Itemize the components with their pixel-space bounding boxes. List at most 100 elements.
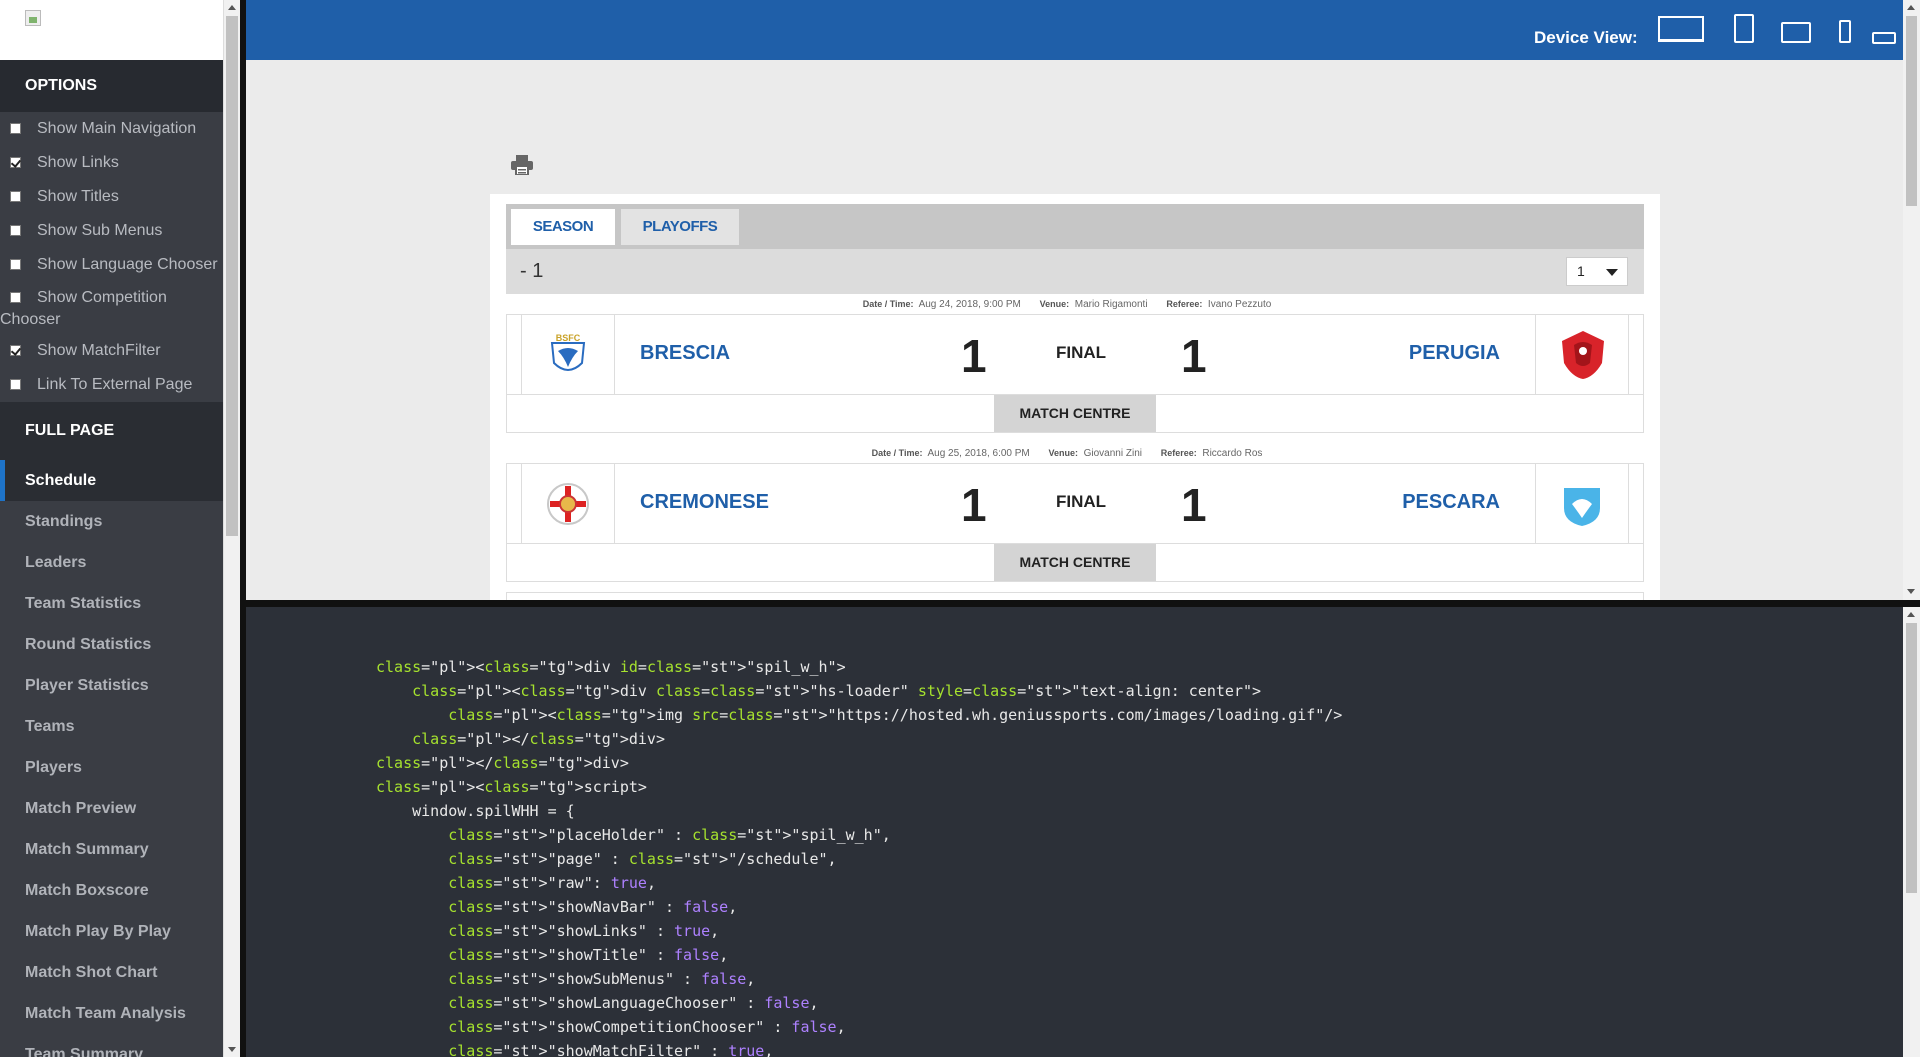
- print-icon[interactable]: [511, 155, 533, 175]
- tablet-portrait-icon[interactable]: [1734, 14, 1754, 43]
- sidebar-item-match-play-by-play[interactable]: Match Play By Play: [0, 911, 223, 952]
- code-line: class="st">"raw": true,: [448, 874, 656, 892]
- sidebar-item-team-summary[interactable]: Team Summary: [0, 1034, 223, 1057]
- sidebar-item-match-boxscore[interactable]: Match Boxscore: [0, 870, 223, 911]
- sidebar-item-match-team-analysis[interactable]: Match Team Analysis: [0, 993, 223, 1034]
- option-item[interactable]: Show Sub Menus: [0, 214, 223, 248]
- schedule-widget: SEASON PLAYOFFS - 1 1 Date / Time: Aug 2…: [490, 194, 1660, 600]
- code-line: class="pl"><class="tg">script>: [376, 778, 647, 796]
- embed-code-panel[interactable]: class="pl"><class="tg">div id=class="st"…: [246, 607, 1903, 1057]
- cremonese-crest-icon: [547, 483, 589, 525]
- code-line: class="st">"showTitle" : false,: [448, 946, 729, 964]
- option-checkbox[interactable]: [10, 191, 21, 202]
- option-checkbox[interactable]: [10, 345, 21, 356]
- sidebar-scrollbar-thumb[interactable]: [226, 16, 238, 536]
- tablet-landscape-icon[interactable]: [1781, 22, 1811, 43]
- code-scrollbar[interactable]: [1903, 607, 1920, 1057]
- code-line: class="st">"showCompetitionChooser" : fa…: [448, 1018, 846, 1036]
- option-item[interactable]: Show Competition Chooser: [0, 282, 223, 334]
- option-item[interactable]: Show MatchFilter: [0, 334, 223, 368]
- preview-scrollbar[interactable]: [1903, 0, 1920, 600]
- option-checkbox[interactable]: [10, 379, 21, 390]
- tab-season[interactable]: SEASON: [511, 209, 615, 245]
- away-score: 1: [1181, 479, 1207, 531]
- round-select[interactable]: 1: [1566, 257, 1628, 286]
- referee-label: Referee:: [1166, 299, 1203, 309]
- sidebar-item-teams[interactable]: Teams: [0, 706, 223, 747]
- match-centre-button[interactable]: MATCH CENTRE: [994, 395, 1156, 432]
- nav-list: Schedule Standings Leaders Team Statistics R…: [0, 460, 223, 1057]
- round-bar: - 1 1: [506, 249, 1644, 294]
- code-line: class="pl"></class="tg">div>: [376, 754, 629, 772]
- option-item[interactable]: Show Titles: [0, 180, 223, 214]
- option-checkbox[interactable]: [10, 123, 21, 134]
- away-logo-cell[interactable]: [1535, 315, 1629, 394]
- perugia-crest-icon: [1562, 331, 1604, 379]
- sidebar-item-match-preview[interactable]: Match Preview: [0, 788, 223, 829]
- match-card: Date / Time: Aug 24, 2018, 9:00 PM Venue…: [506, 294, 1644, 433]
- laptop-icon[interactable]: [1658, 16, 1704, 42]
- option-label: Show Main Navigation: [37, 120, 197, 137]
- option-label: Show Language Chooser: [37, 256, 218, 273]
- sidebar-item-round-statistics[interactable]: Round Statistics: [0, 624, 223, 665]
- option-label-cont: Chooser: [0, 311, 61, 328]
- option-item[interactable]: Show Main Navigation: [0, 112, 223, 146]
- option-label: Show MatchFilter: [37, 342, 161, 359]
- home-team-name[interactable]: BRESCIA: [640, 342, 730, 365]
- sidebar-item-match-summary[interactable]: Match Summary: [0, 829, 223, 870]
- option-item[interactable]: Show Language Chooser: [0, 248, 223, 282]
- code-line: class="st">"showNavBar" : false,: [448, 898, 738, 916]
- datetime-label: Date / Time:: [871, 448, 923, 458]
- top-bar: Device View:: [246, 0, 1903, 60]
- next-match-meta-cut: [506, 592, 1644, 600]
- away-logo-cell[interactable]: [1535, 464, 1629, 543]
- tab-playoffs[interactable]: PLAYOFFS: [621, 209, 739, 245]
- match-centre-button[interactable]: MATCH CENTRE: [994, 544, 1156, 581]
- divider-horizontal[interactable]: [246, 600, 1920, 607]
- code-line: class="st">"showSubMenus" : false,: [448, 970, 756, 988]
- match-card: Date / Time: Aug 25, 2018, 6:00 PM Venue…: [506, 443, 1644, 582]
- scroll-up-arrow-icon[interactable]: [228, 5, 236, 10]
- option-item[interactable]: Link To External Page: [0, 368, 223, 402]
- code-scrollbar-thumb[interactable]: [1906, 623, 1917, 893]
- away-team-name[interactable]: PESCARA: [1402, 491, 1500, 514]
- away-team-name[interactable]: PERUGIA: [1409, 342, 1500, 365]
- option-checkbox[interactable]: [10, 259, 21, 270]
- scroll-down-arrow-icon[interactable]: [1907, 589, 1915, 594]
- sidebar-item-team-statistics[interactable]: Team Statistics: [0, 583, 223, 624]
- match-venue: Giovanni Zini: [1083, 448, 1142, 459]
- code-line: class="st">"showMatchFilter" : true,: [448, 1042, 774, 1057]
- option-checkbox[interactable]: [10, 157, 21, 168]
- sidebar-item-match-shot-chart[interactable]: Match Shot Chart: [0, 952, 223, 993]
- home-logo-cell[interactable]: BSFC: [521, 315, 615, 394]
- sidebar-item-player-statistics[interactable]: Player Statistics: [0, 665, 223, 706]
- option-item[interactable]: Show Links: [0, 146, 223, 180]
- code-line: class="pl"><class="tg">div class=class="…: [412, 682, 1262, 700]
- preview-pane: Device View: SEASON PLAYOFFS - 1 1 Date …: [246, 0, 1903, 600]
- scroll-down-arrow-icon[interactable]: [228, 1047, 236, 1052]
- options-title: OPTIONS: [0, 60, 223, 112]
- sidebar-item-leaders[interactable]: Leaders: [0, 542, 223, 583]
- code-line: class="st">"showLanguageChooser" : false…: [448, 994, 819, 1012]
- sidebar-scrollbar[interactable]: [223, 0, 240, 1057]
- phone-portrait-icon[interactable]: [1839, 20, 1851, 43]
- phone-landscape-icon[interactable]: [1872, 32, 1896, 44]
- preview-scrollbar-thumb[interactable]: [1906, 16, 1917, 206]
- home-logo-cell[interactable]: [521, 464, 615, 543]
- options-list: Show Main Navigation Show Links Show Title…: [0, 112, 223, 402]
- sidebar-item-players[interactable]: Players: [0, 747, 223, 788]
- svg-text:BSFC: BSFC: [556, 333, 581, 343]
- scroll-up-arrow-icon[interactable]: [1907, 5, 1915, 10]
- sidebar-item-standings[interactable]: Standings: [0, 501, 223, 542]
- venue-label: Venue:: [1039, 299, 1070, 309]
- home-team-name[interactable]: CREMONESE: [640, 491, 769, 514]
- option-label: Show Competition: [37, 289, 167, 306]
- tabs-bar: SEASON PLAYOFFS: [506, 204, 1644, 249]
- option-checkbox[interactable]: [10, 225, 21, 236]
- full-page-title: FULL PAGE: [0, 402, 223, 460]
- option-checkbox[interactable]: [10, 292, 21, 303]
- sidebar-item-schedule[interactable]: Schedule: [0, 460, 223, 501]
- match-status: FINAL: [1056, 343, 1107, 362]
- broken-image-icon: [25, 10, 41, 26]
- scroll-up-arrow-icon[interactable]: [1907, 612, 1915, 617]
